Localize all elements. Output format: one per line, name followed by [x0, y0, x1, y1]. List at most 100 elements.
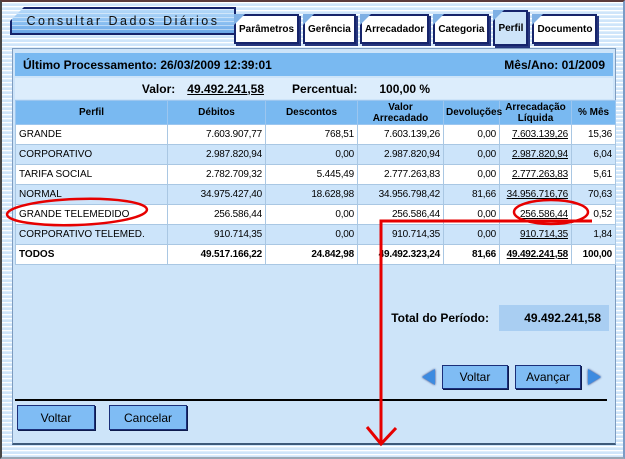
table-row-grande-telemedido: GRANDE TELEMEDIDO 256.586,44 0,00 256.58… — [16, 205, 616, 225]
percentual-label: Percentual: — [292, 82, 357, 96]
pager: Voltar Avançar — [422, 365, 601, 389]
cell-pct-mes: 0,52 — [572, 205, 616, 225]
cell-pct-mes: 6,04 — [572, 145, 616, 165]
percentual-value: 100,00 % — [379, 82, 430, 96]
valor-group: Valor: 49.492.241,58 Percentual: 100,00 … — [142, 82, 430, 96]
cell-arrecadacao-liquida-link[interactable]: 49.492.241,58 — [500, 245, 572, 265]
last-page-icon[interactable] — [588, 369, 601, 385]
cell-debitos: 2.782.709,32 — [168, 165, 266, 185]
table-row: GRANDE 7.603.907,77 768,51 7.603.139,26 … — [16, 125, 616, 145]
cell-debitos: 34.975.427,40 — [168, 185, 266, 205]
cell-perfil: NORMAL — [16, 185, 168, 205]
pager-avancar-button[interactable]: Avançar — [515, 365, 581, 389]
last-processing-label: Último Processamento: 26/03/2009 12:39:0… — [23, 58, 272, 72]
tab-label: Perfil — [498, 23, 523, 34]
total-periodo-value: 49.492.241,58 — [499, 305, 609, 331]
cell-devolucoes: 0,00 — [444, 225, 500, 245]
cell-valor-arrecadado: 256.586,44 — [358, 205, 444, 225]
tab-documento[interactable]: Documento — [532, 14, 597, 44]
cell-perfil: GRANDE — [16, 125, 168, 145]
cell-valor-arrecadado: 2.777.263,83 — [358, 165, 444, 185]
cell-arrecadacao-liquida-link[interactable]: 256.586,44 — [500, 205, 572, 225]
window-title-banner: Consultar Dados Diários — [10, 7, 236, 35]
table-row: CORPORATIVO TELEMED. 910.714,35 0,00 910… — [16, 225, 616, 245]
cell-devolucoes: 0,00 — [444, 165, 500, 185]
cell-descontos: 0,00 — [266, 145, 358, 165]
cell-valor-arrecadado: 910.714,35 — [358, 225, 444, 245]
table-row: CORPORATIVO 2.987.820,94 0,00 2.987.820,… — [16, 145, 616, 165]
cell-valor-arrecadado: 34.956.798,42 — [358, 185, 444, 205]
tab-bar: Parâmetros Gerência Arrecadador Categori… — [234, 10, 597, 46]
col-header-pct-mes: % Mês — [572, 101, 616, 125]
table-header-row: Perfil Débitos Descontos Valor Arrecadad… — [16, 101, 616, 125]
col-header-perfil: Perfil — [16, 101, 168, 125]
total-periodo-label: Total do Período: — [391, 311, 489, 325]
cell-devolucoes: 0,00 — [444, 205, 500, 225]
valor-value-link[interactable]: 49.492.241,58 — [187, 82, 264, 96]
tab-label: Parâmetros — [239, 24, 294, 35]
cell-perfil: CORPORATIVO TELEMED. — [16, 225, 168, 245]
cell-descontos: 0,00 — [266, 225, 358, 245]
footer-buttons: Voltar Cancelar — [17, 405, 187, 430]
table-row-todos: TODOS 49.517.166,22 24.842,98 49.492.323… — [16, 245, 616, 265]
folded-corner-icon — [234, 14, 245, 25]
cell-valor-arrecadado: 7.603.139,26 — [358, 125, 444, 145]
col-header-descontos: Descontos — [266, 101, 358, 125]
app-window: Consultar Dados Diários Parâmetros Gerên… — [0, 0, 625, 459]
cell-arrecadacao-liquida-link[interactable]: 2.777.263,83 — [500, 165, 572, 185]
tab-label: Gerência — [308, 24, 351, 35]
cell-perfil: TODOS — [16, 245, 168, 265]
cell-arrecadacao-liquida-link[interactable]: 7.603.139,26 — [500, 125, 572, 145]
folded-corner-icon — [303, 14, 314, 25]
cell-pct-mes: 15,36 — [572, 125, 616, 145]
tab-parametros[interactable]: Parâmetros — [234, 14, 299, 44]
folded-corner-icon — [532, 14, 543, 25]
pager-voltar-button[interactable]: Voltar — [442, 365, 508, 389]
col-header-debitos: Débitos — [168, 101, 266, 125]
perfil-data-table: Perfil Débitos Descontos Valor Arrecadad… — [15, 100, 616, 265]
cancelar-button[interactable]: Cancelar — [109, 405, 187, 430]
valor-label: Valor: — [142, 82, 175, 96]
valor-percentual-row: Valor: 49.492.241,58 Percentual: 100,00 … — [15, 78, 613, 99]
tab-perfil[interactable]: Perfil — [493, 10, 528, 46]
month-year-label: Mês/Ano: 01/2009 — [504, 58, 605, 72]
tab-categoria[interactable]: Categoria — [433, 14, 489, 44]
cell-devolucoes: 0,00 — [444, 145, 500, 165]
cell-pct-mes: 100,00 — [572, 245, 616, 265]
cell-descontos: 0,00 — [266, 205, 358, 225]
cell-arrecadacao-liquida-link[interactable]: 2.987.820,94 — [500, 145, 572, 165]
cell-arrecadacao-liquida-link[interactable]: 910.714,35 — [500, 225, 572, 245]
footer-separator-line — [15, 399, 607, 401]
cell-descontos: 18.628,98 — [266, 185, 358, 205]
cell-debitos: 7.603.907,77 — [168, 125, 266, 145]
first-page-icon[interactable] — [422, 369, 435, 385]
cell-perfil: CORPORATIVO — [16, 145, 168, 165]
content-panel: Último Processamento: 26/03/2009 12:39:0… — [12, 48, 616, 445]
cell-pct-mes: 70,63 — [572, 185, 616, 205]
cell-perfil: TARIFA SOCIAL — [16, 165, 168, 185]
cell-devolucoes: 81,66 — [444, 245, 500, 265]
cell-debitos: 49.517.166,22 — [168, 245, 266, 265]
processing-info-bar: Último Processamento: 26/03/2009 12:39:0… — [15, 53, 613, 76]
cell-debitos: 256.586,44 — [168, 205, 266, 225]
cell-valor-arrecadado: 49.492.323,24 — [358, 245, 444, 265]
total-periodo-row: Total do Período: 49.492.241,58 — [13, 305, 613, 331]
cell-pct-mes: 1,84 — [572, 225, 616, 245]
cell-debitos: 910.714,35 — [168, 225, 266, 245]
cell-arrecadacao-liquida-link[interactable]: 34.956.716,76 — [500, 185, 572, 205]
page-title: Consultar Dados Diários — [27, 14, 220, 28]
folded-corner-icon — [360, 14, 371, 25]
voltar-button[interactable]: Voltar — [17, 405, 95, 430]
tab-gerencia[interactable]: Gerência — [303, 14, 356, 44]
table-row: TARIFA SOCIAL 2.782.709,32 5.445,49 2.77… — [16, 165, 616, 185]
col-header-arrecadacao-liquida: Arrecadação Líquida — [500, 101, 572, 125]
cell-valor-arrecadado: 2.987.820,94 — [358, 145, 444, 165]
col-header-valor-arrecadado: Valor Arrecadado — [358, 101, 444, 125]
tab-label: Documento — [537, 24, 592, 35]
cell-devolucoes: 81,66 — [444, 185, 500, 205]
table-row: NORMAL 34.975.427,40 18.628,98 34.956.79… — [16, 185, 616, 205]
tab-arrecadador[interactable]: Arrecadador — [360, 14, 429, 44]
cell-perfil: GRANDE TELEMEDIDO — [16, 205, 168, 225]
cell-descontos: 5.445,49 — [266, 165, 358, 185]
cell-debitos: 2.987.820,94 — [168, 145, 266, 165]
